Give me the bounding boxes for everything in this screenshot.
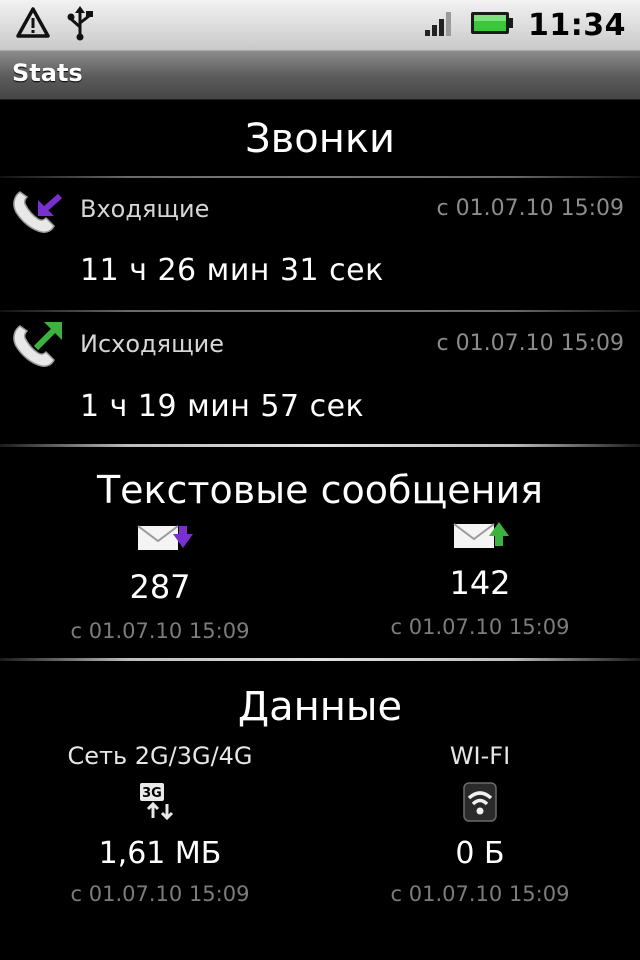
- usb-icon: [66, 5, 94, 45]
- mobile-data-since: с 01.07.10 15:09: [70, 882, 250, 906]
- outgoing-since: с 01.07.10 15:09: [436, 331, 624, 356]
- received-message-since: с 01.07.10 15:09: [70, 619, 250, 643]
- battery-icon: [470, 10, 514, 40]
- incoming-duration: 11 ч 26 мин 31 сек: [80, 253, 384, 288]
- calls-title: Звонки: [245, 116, 395, 162]
- messages-title: Текстовые сообщения: [96, 468, 544, 512]
- wifi-label: WI-FI: [449, 742, 511, 770]
- sent-message-since: с 01.07.10 15:09: [390, 615, 570, 639]
- incoming-call-icon: [10, 186, 66, 236]
- app-title: Stats: [12, 59, 83, 87]
- incoming-label: Входящие: [80, 195, 210, 223]
- 3g-data-icon: 3G: [139, 782, 179, 824]
- outgoing-label: Исходящие: [80, 330, 225, 358]
- title-bar: Stats: [0, 50, 640, 100]
- messages-section-divider: [0, 658, 640, 661]
- sent-message-count: 142: [449, 564, 511, 602]
- status-bar: 11:34: [0, 0, 640, 50]
- incoming-since: с 01.07.10 15:09: [436, 196, 624, 221]
- wifi-icon: [463, 782, 497, 826]
- signal-icon: [424, 8, 456, 42]
- mobile-data-value: 1,61 МБ: [98, 836, 222, 871]
- wifi-data-since: с 01.07.10 15:09: [390, 882, 570, 906]
- sent-message-icon: [453, 520, 511, 554]
- calls-section-divider: [0, 444, 640, 447]
- mobile-network-label: Сеть 2G/3G/4G: [67, 742, 253, 770]
- received-message-count: 287: [129, 568, 191, 606]
- calls-row-divider: [0, 310, 640, 312]
- outgoing-duration: 1 ч 19 мин 57 сек: [80, 389, 365, 424]
- wifi-data-value: 0 Б: [455, 836, 505, 871]
- warning-triangle-icon: [16, 6, 50, 44]
- outgoing-call-icon: [10, 320, 66, 370]
- svg-text:3G: 3G: [142, 786, 162, 801]
- calls-title-divider: [0, 176, 640, 178]
- received-message-icon: [137, 524, 195, 558]
- clock-time: 11:34: [528, 7, 626, 43]
- data-title: Данные: [237, 684, 403, 730]
